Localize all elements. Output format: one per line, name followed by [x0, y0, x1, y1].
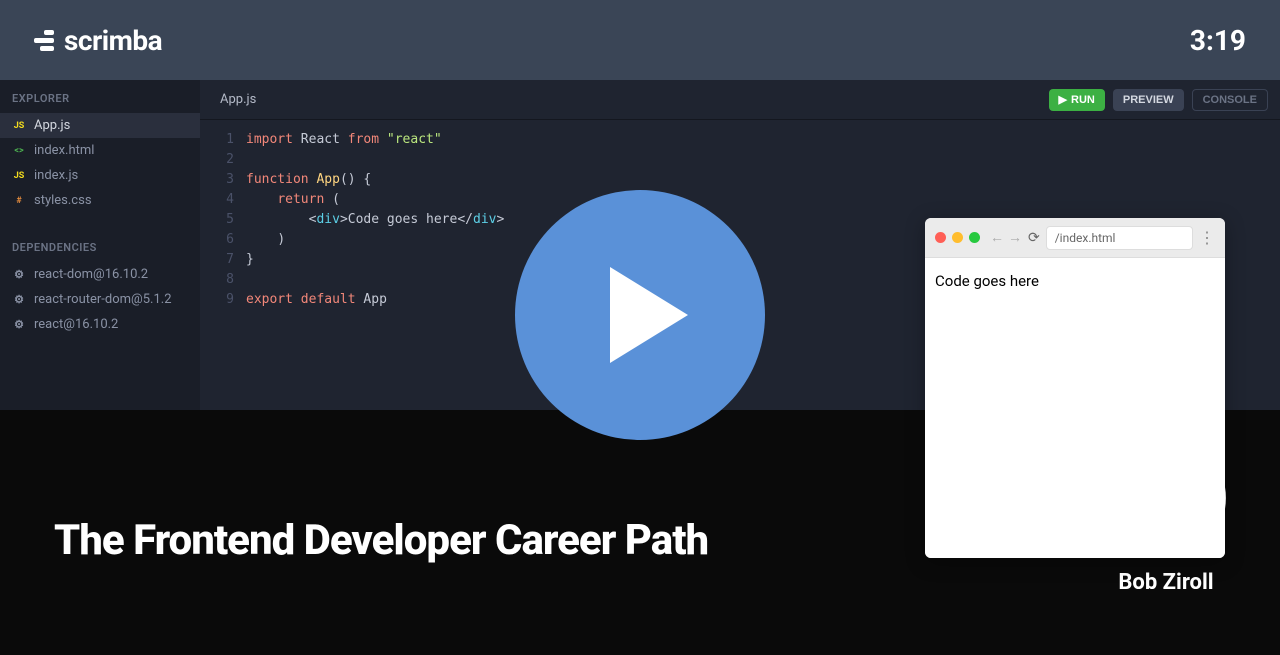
package-icon: ⚙: [12, 293, 26, 307]
file-label: styles.css: [34, 193, 92, 208]
menu-dots-icon[interactable]: ⋮: [1199, 228, 1215, 247]
minimize-window-icon[interactable]: [952, 232, 963, 243]
course-title: The Frontend Developer Career Path: [54, 516, 708, 565]
dependency-react-dom[interactable]: ⚙ react-dom@16.10.2: [0, 262, 200, 287]
js-file-icon: JS: [12, 119, 26, 133]
code-content: import React from "react" function App()…: [246, 130, 504, 310]
preview-label: PREVIEW: [1123, 94, 1174, 106]
active-tab[interactable]: App.js: [220, 92, 256, 107]
preview-toolbar: ← → ⟳ /index.html ⋮: [925, 218, 1225, 258]
preview-button[interactable]: PREVIEW: [1113, 89, 1184, 111]
line-numbers: 1 2 3 4 5 6 7 8 9: [200, 130, 246, 310]
url-bar[interactable]: /index.html: [1046, 226, 1193, 250]
code-line-3: function App() {: [246, 170, 504, 190]
duration-display: 3:19: [1190, 24, 1246, 57]
code-line-1: import React from "react": [246, 130, 504, 150]
css-file-icon: #: [12, 194, 26, 208]
editor-topbar: App.js ▶ RUN PREVIEW CONSOLE: [200, 80, 1280, 120]
file-label: index.js: [34, 168, 78, 183]
dependency-react[interactable]: ⚙ react@16.10.2: [0, 312, 200, 337]
package-icon: ⚙: [12, 318, 26, 332]
play-icon: [610, 267, 688, 363]
scrimba-logo-icon: [34, 30, 54, 51]
dependency-react-router-dom[interactable]: ⚙ react-router-dom@5.1.2: [0, 287, 200, 312]
maximize-window-icon[interactable]: [969, 232, 980, 243]
play-icon: ▶: [1059, 93, 1067, 106]
forward-icon[interactable]: →: [1008, 229, 1022, 246]
js-file-icon: JS: [12, 169, 26, 183]
dependencies-heading: DEPENDENCIES: [0, 229, 200, 262]
console-button[interactable]: CONSOLE: [1192, 89, 1268, 111]
play-video-button[interactable]: [515, 190, 765, 440]
dependency-label: react@16.10.2: [34, 317, 118, 332]
explorer-heading: EXPLORER: [0, 80, 200, 113]
preview-content: Code goes here: [925, 258, 1225, 558]
sidebar: EXPLORER JS App.js <> index.html JS inde…: [0, 80, 200, 410]
header: scrimba 3:19: [0, 0, 1280, 80]
code-line-4: return (: [246, 190, 504, 210]
html-file-icon: <>: [12, 144, 26, 158]
run-button[interactable]: ▶ RUN: [1049, 89, 1105, 111]
back-icon[interactable]: ←: [990, 229, 1004, 246]
window-controls: [935, 232, 980, 243]
refresh-icon[interactable]: ⟳: [1028, 230, 1040, 246]
file-app-js[interactable]: JS App.js: [0, 113, 200, 138]
logo[interactable]: scrimba: [34, 24, 162, 57]
console-label: CONSOLE: [1203, 94, 1257, 106]
file-label: index.html: [34, 143, 94, 158]
code-line-9: export default App: [246, 290, 504, 310]
close-window-icon[interactable]: [935, 232, 946, 243]
file-index-html[interactable]: <> index.html: [0, 138, 200, 163]
code-line-8: [246, 270, 504, 290]
instructor-name: Bob Ziroll: [1118, 570, 1213, 595]
code-line-6: ): [246, 230, 504, 250]
package-icon: ⚙: [12, 268, 26, 282]
code-line-5: <div>Code goes here</div>: [246, 210, 504, 230]
file-index-js[interactable]: JS index.js: [0, 163, 200, 188]
nav-arrows: ← →: [990, 229, 1022, 246]
code-line-7: }: [246, 250, 504, 270]
code-line-2: [246, 150, 504, 170]
dependency-label: react-dom@16.10.2: [34, 267, 148, 282]
run-label: RUN: [1071, 94, 1095, 106]
file-styles-css[interactable]: # styles.css: [0, 188, 200, 213]
file-label: App.js: [34, 118, 70, 133]
editor-buttons: ▶ RUN PREVIEW CONSOLE: [1049, 89, 1268, 111]
dependency-label: react-router-dom@5.1.2: [34, 292, 172, 307]
preview-panel: ← → ⟳ /index.html ⋮ Code goes here: [925, 218, 1225, 558]
brand-name: scrimba: [64, 24, 162, 57]
